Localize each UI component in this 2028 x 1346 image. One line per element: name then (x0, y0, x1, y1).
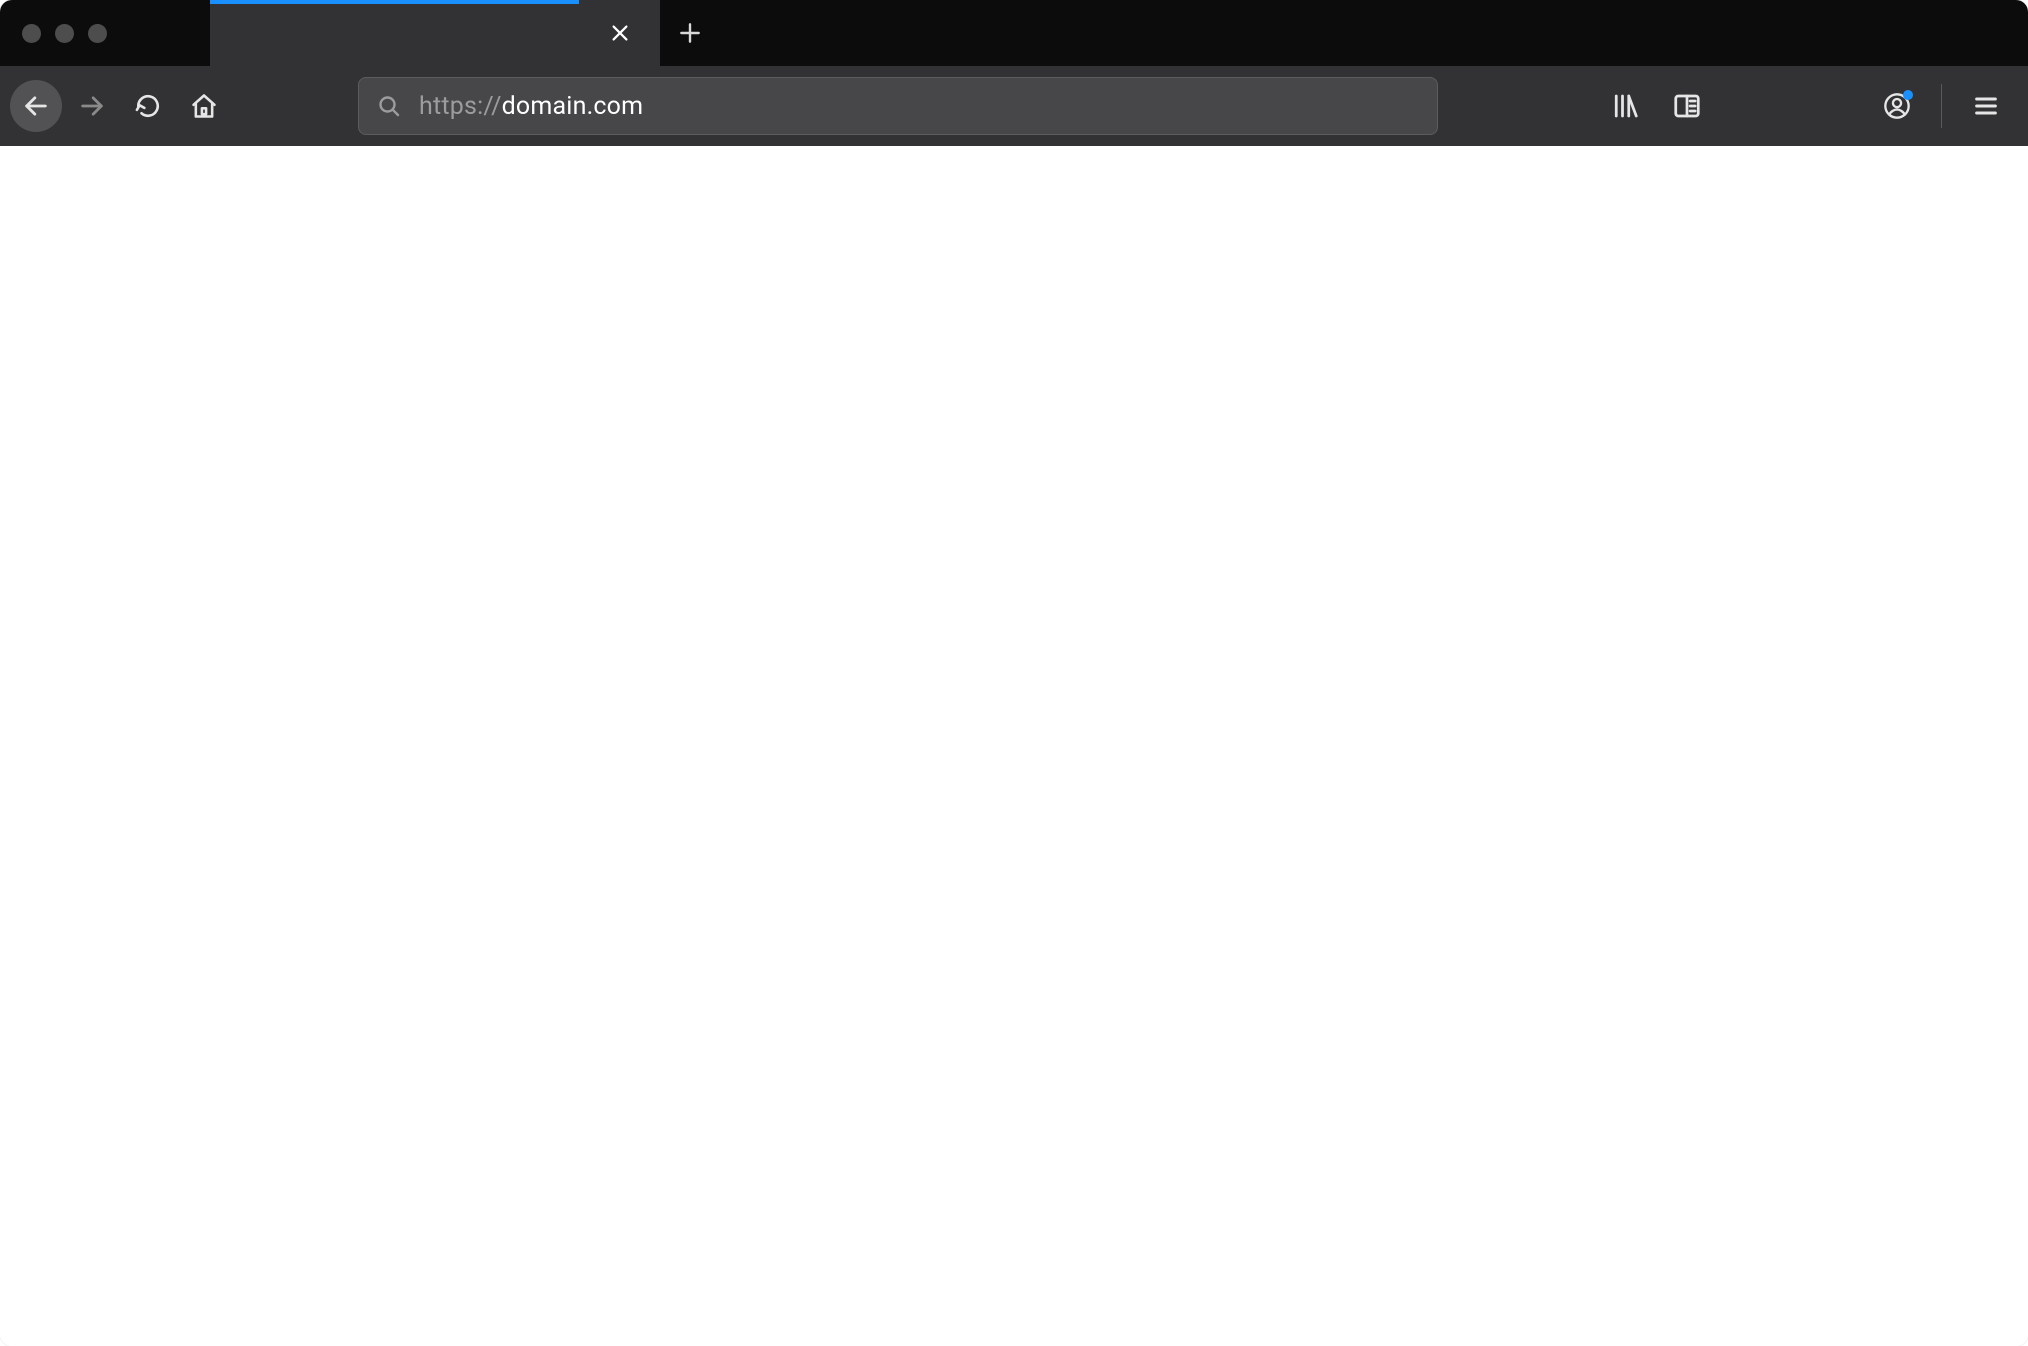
app-menu-button[interactable] (1964, 84, 2008, 128)
url-host: domain.com (502, 92, 644, 121)
close-icon (609, 22, 631, 44)
notification-dot-icon (1903, 90, 1913, 100)
browser-tab[interactable] (210, 0, 660, 66)
hamburger-menu-icon (1972, 92, 2000, 120)
account-button[interactable] (1875, 84, 1919, 128)
reload-icon (135, 93, 161, 119)
titlebar (0, 0, 2028, 66)
library-button[interactable] (1603, 84, 1647, 128)
home-icon (190, 92, 218, 120)
new-tab-button[interactable] (660, 0, 720, 66)
arrow-left-icon (22, 92, 50, 120)
window-minimize-button[interactable] (55, 24, 74, 43)
nav-toolbar: https://domain.com (0, 66, 2028, 146)
separator (1941, 84, 1942, 128)
window-zoom-button[interactable] (88, 24, 107, 43)
plus-icon (677, 20, 703, 46)
window-controls (0, 0, 210, 66)
window-close-button[interactable] (22, 24, 41, 43)
reload-button[interactable] (122, 80, 174, 132)
address-bar[interactable]: https://domain.com (358, 77, 1438, 135)
search-icon (377, 94, 401, 118)
sidebar-toggle-button[interactable] (1665, 84, 1709, 128)
forward-button[interactable] (66, 80, 118, 132)
back-button[interactable] (10, 80, 62, 132)
sidebar-icon (1672, 91, 1702, 121)
browser-window: https://domain.com (0, 0, 2028, 1346)
url-protocol: https:// (419, 92, 502, 121)
tab-loading-bar (210, 0, 579, 4)
library-icon (1610, 91, 1640, 121)
home-button[interactable] (178, 80, 230, 132)
arrow-right-icon (78, 92, 106, 120)
url-text: https://domain.com (419, 92, 643, 121)
page-content (0, 146, 2028, 1346)
tab-close-button[interactable] (600, 22, 640, 44)
toolbar-right (1603, 84, 2018, 128)
